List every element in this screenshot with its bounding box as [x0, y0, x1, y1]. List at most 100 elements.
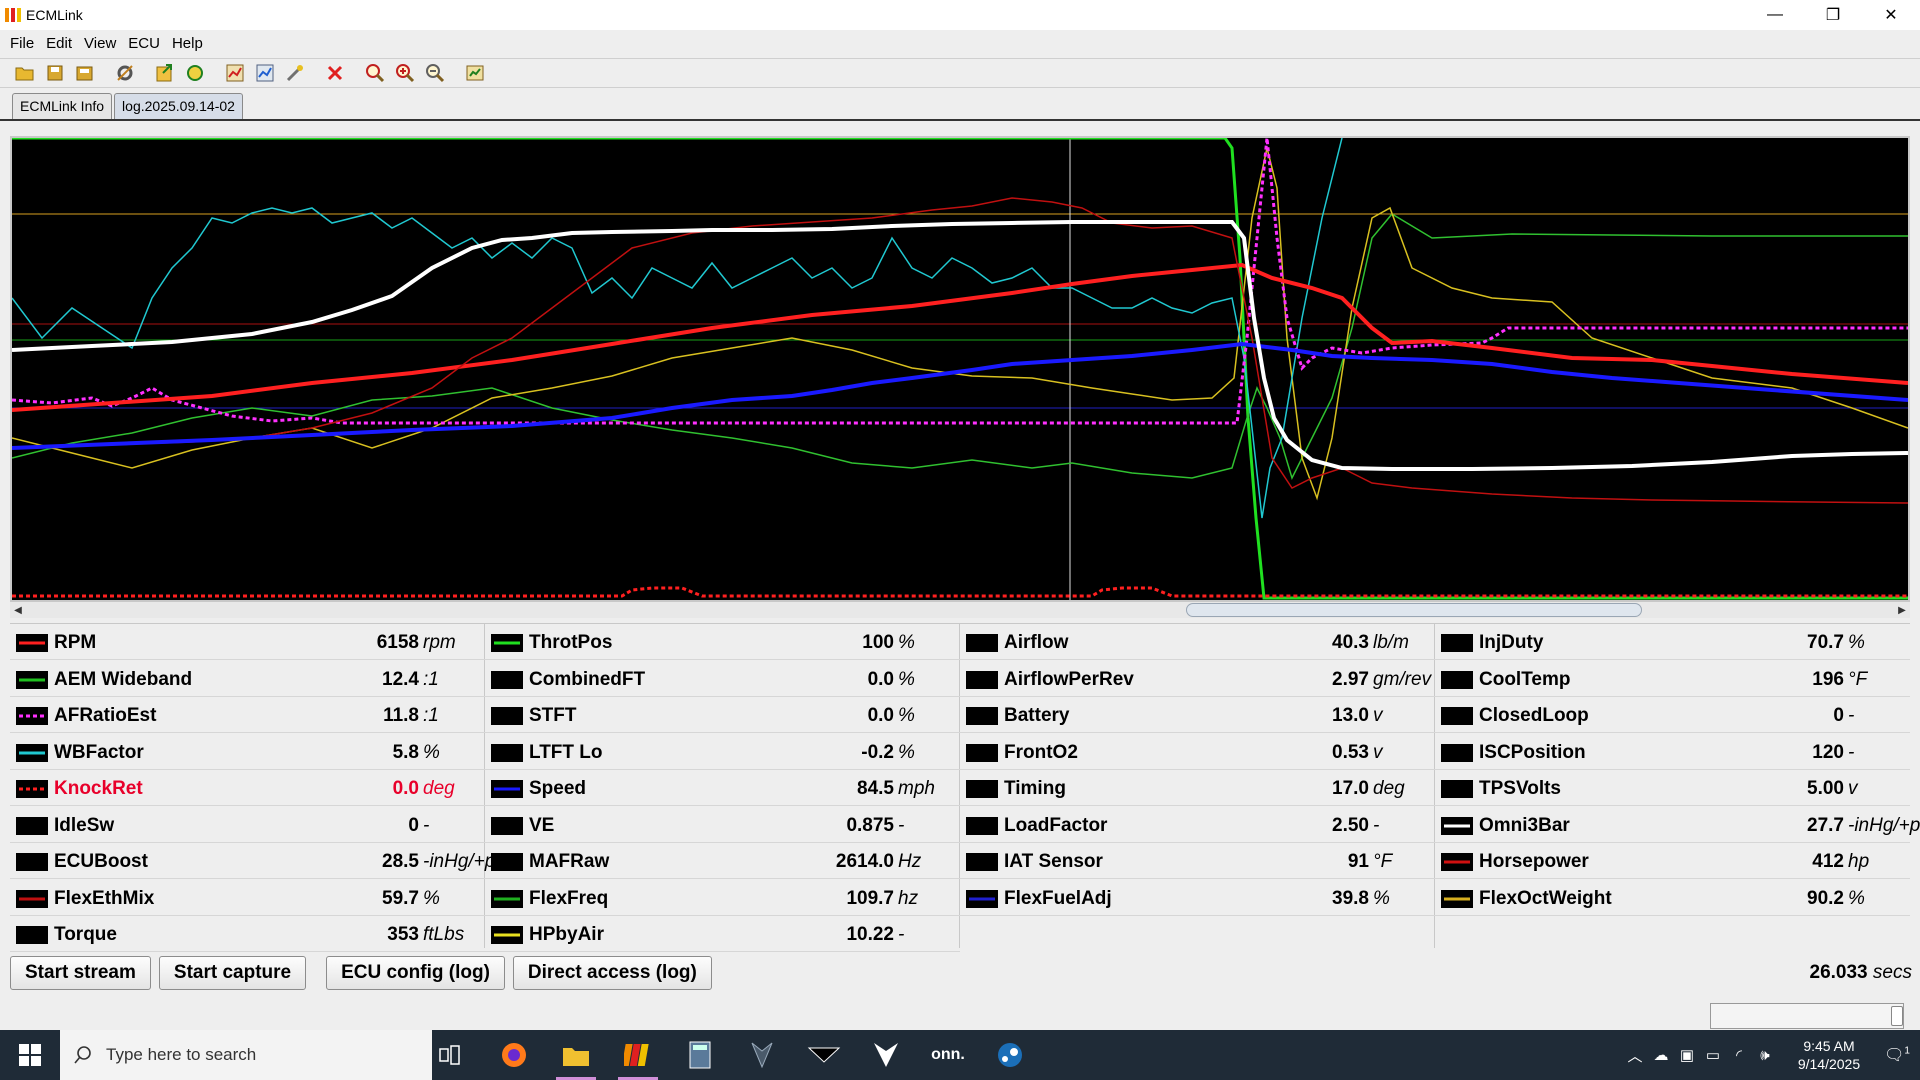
param-row-battery[interactable]: Battery 13.0 v — [960, 697, 1435, 733]
series-color-swatch[interactable] — [966, 743, 998, 762]
ecu-config-button[interactable]: ECU config (log) — [326, 956, 505, 990]
series-color-swatch[interactable] — [491, 926, 523, 944]
series-color-swatch[interactable] — [1441, 707, 1473, 725]
calculator-icon[interactable] — [672, 1030, 728, 1080]
taskbar-search[interactable]: Type here to search — [60, 1030, 432, 1080]
series-color-swatch[interactable] — [1441, 634, 1473, 652]
menu-file[interactable]: File — [8, 33, 36, 54]
series-color-swatch[interactable] — [491, 780, 523, 798]
menu-ecu[interactable]: ECU — [126, 33, 162, 54]
series-color-swatch[interactable] — [491, 707, 523, 725]
predator-app-icon[interactable] — [796, 1030, 852, 1080]
progress-knob[interactable] — [1891, 1006, 1903, 1026]
series-color-swatch[interactable] — [966, 816, 998, 835]
param-row-aem-wideband[interactable]: AEM Wideband 12.4:1 — [10, 661, 485, 697]
series-color-swatch[interactable] — [491, 634, 523, 652]
param-row-fronto2[interactable]: FrontO2 0.53 v — [960, 734, 1435, 770]
menu-help[interactable]: Help — [170, 33, 205, 54]
tab-ecmlink-info[interactable]: ECMLink Info — [12, 93, 113, 120]
param-row-airflowperrev[interactable]: AirflowPerRev 2.97 gm/rev — [960, 661, 1435, 697]
param-row-flexfreq[interactable]: FlexFreq 109.7 hz — [485, 880, 960, 916]
export-icon[interactable] — [154, 62, 176, 84]
chevron-up-icon[interactable]: ︿ — [1622, 1045, 1648, 1066]
series-color-swatch[interactable] — [16, 889, 48, 908]
series-color-swatch[interactable] — [1441, 816, 1473, 835]
tools-icon[interactable] — [114, 62, 136, 84]
series-color-swatch[interactable] — [966, 853, 998, 871]
param-row-speed[interactable]: Speed 84.5 mph — [485, 770, 960, 806]
log-plot-svg[interactable] — [12, 138, 1908, 600]
save-as-icon[interactable] — [74, 62, 96, 84]
cloud-offline-icon[interactable]: ☁ — [1648, 1046, 1674, 1064]
series-color-swatch[interactable] — [966, 670, 998, 689]
task-view-icon[interactable] — [422, 1030, 478, 1080]
series-color-swatch[interactable] — [966, 780, 998, 798]
open-icon[interactable] — [14, 62, 36, 84]
series-color-swatch[interactable] — [1441, 670, 1473, 689]
param-row-afratioest[interactable]: AFRatioEst 11.8:1 — [10, 697, 485, 733]
param-row-ecuboost[interactable]: ECUBoost 28.5 -inHg/+psi — [10, 843, 509, 879]
param-row-ltft-lo[interactable]: LTFT Lo -0.2% — [485, 734, 960, 770]
scroll-right-icon[interactable]: ▶ — [1894, 602, 1910, 618]
menu-view[interactable]: View — [82, 33, 118, 54]
param-row-rpm[interactable]: RPM 6158 rpm — [10, 624, 485, 660]
series-color-swatch[interactable] — [1441, 743, 1473, 762]
series-color-swatch[interactable] — [16, 780, 48, 798]
series-color-swatch[interactable] — [491, 816, 523, 835]
param-row-flexethmix[interactable]: FlexEthMix 59.7% — [10, 880, 485, 916]
param-row-airflow[interactable]: Airflow 40.3 lb/m — [960, 624, 1435, 660]
series-color-swatch[interactable] — [966, 707, 998, 725]
series-color-swatch[interactable] — [491, 889, 523, 908]
param-row-flexoctweight[interactable]: FlexOctWeight 90.2% — [1435, 880, 1910, 916]
param-row-tpsvolts[interactable]: TPSVolts 5.00 v — [1435, 770, 1910, 806]
series-color-swatch[interactable] — [16, 816, 48, 835]
map-icon[interactable] — [224, 62, 246, 84]
zoom-out-icon[interactable] — [424, 62, 446, 84]
param-row-iscposition[interactable]: ISCPosition 120- — [1435, 734, 1910, 770]
param-row-horsepower[interactable]: Horsepower 412 hp — [1435, 843, 1910, 879]
predator-sense-icon[interactable] — [734, 1030, 790, 1080]
param-row-closedloop[interactable]: ClosedLoop 0- — [1435, 697, 1910, 733]
param-row-injduty[interactable]: InjDuty 70.7% — [1435, 624, 1910, 660]
series-color-swatch[interactable] — [966, 634, 998, 652]
series-color-swatch[interactable] — [491, 670, 523, 689]
series-color-swatch[interactable] — [16, 743, 48, 762]
steam-icon[interactable] — [982, 1030, 1038, 1080]
param-row-idlesw[interactable]: IdleSw 0- — [10, 807, 485, 843]
param-row-timing[interactable]: Timing 17.0 deg — [960, 770, 1435, 806]
settings-icon[interactable] — [464, 62, 486, 84]
param-row-loadfactor[interactable]: LoadFactor 2.50- — [960, 807, 1435, 843]
wifi-icon[interactable]: ◜ — [1726, 1046, 1752, 1064]
battery-icon[interactable]: ▭ — [1700, 1046, 1726, 1064]
start-stream-button[interactable]: Start stream — [10, 956, 151, 990]
predator-app-2-icon[interactable] — [858, 1030, 914, 1080]
onn-icon[interactable]: onn. — [920, 1030, 976, 1080]
zoom-in-icon[interactable] — [394, 62, 416, 84]
series-color-swatch[interactable] — [1441, 889, 1473, 908]
param-row-combinedft[interactable]: CombinedFT 0.0% — [485, 661, 960, 697]
param-row-cooltemp[interactable]: CoolTemp 196 °F — [1435, 661, 1910, 697]
file-explorer-icon[interactable] — [548, 1030, 604, 1080]
scroll-thumb[interactable] — [1186, 603, 1642, 617]
param-row-wbfactor[interactable]: WBFactor 5.8% — [10, 734, 485, 770]
series-color-swatch[interactable] — [491, 853, 523, 871]
param-row-mafraw[interactable]: MAFRaw 2614.0 Hz — [485, 843, 960, 879]
refresh-icon[interactable] — [184, 62, 206, 84]
progress-slider[interactable] — [1710, 1003, 1904, 1029]
zoom-full-icon[interactable] — [364, 62, 386, 84]
series-color-swatch[interactable] — [16, 707, 48, 725]
series-color-swatch[interactable] — [16, 926, 48, 944]
notification-icon[interactable]: 🗨1 — [1874, 1045, 1920, 1065]
wrench-icon[interactable] — [284, 62, 306, 84]
scroll-left-icon[interactable]: ◀ — [10, 602, 26, 618]
save-icon[interactable] — [44, 62, 66, 84]
log-plot[interactable] — [10, 136, 1910, 602]
param-row-hpbyair[interactable]: HPbyAir 10.22- — [485, 916, 960, 952]
taskbar-clock[interactable]: 9:45 AM 9/14/2025 — [1784, 1037, 1874, 1073]
series-color-swatch[interactable] — [1441, 853, 1473, 871]
menu-edit[interactable]: Edit — [44, 33, 74, 54]
series-color-swatch[interactable] — [1441, 780, 1473, 798]
param-row-flexfueladj[interactable]: FlexFuelAdj 39.8% — [960, 880, 1435, 916]
volume-icon[interactable]: 🕪 — [1752, 1047, 1778, 1064]
delete-icon[interactable] — [324, 62, 346, 84]
